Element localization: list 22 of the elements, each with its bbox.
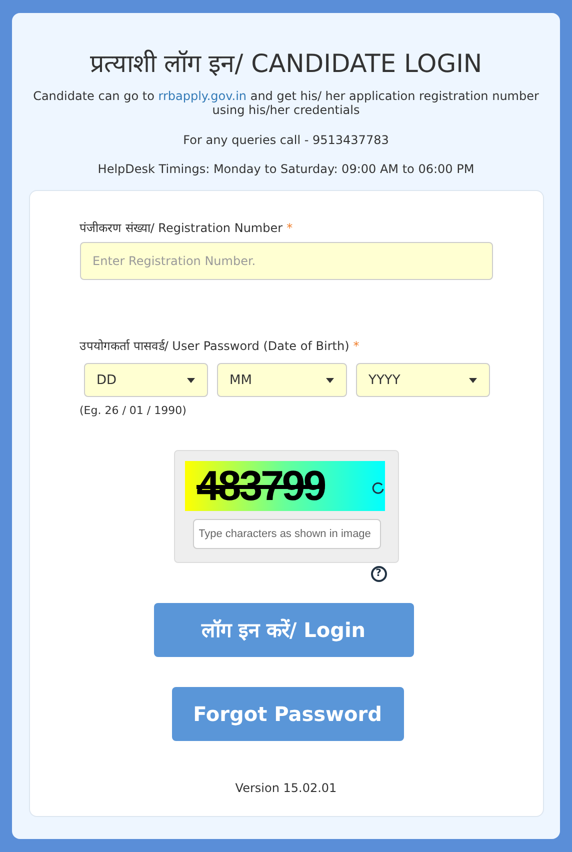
help-icon[interactable]: ? <box>370 566 386 582</box>
caret-icon <box>468 378 476 383</box>
caret-icon <box>326 378 334 383</box>
info-text: Candidate can go to rrbapply.gov.in and get his/ her application registration number using his/her credentials <box>32 89 540 118</box>
website-link[interactable]: rrbapply.gov.in <box>158 89 247 104</box>
version-text: Version 15.02.01 <box>235 780 337 797</box>
registration-input[interactable]: Enter Registration Number. <box>80 242 492 280</box>
field-label: पंजीकरण संख्या/ Registration Number <box>80 220 283 238</box>
example-text: (Eg. 26 / 01 / 1990) <box>80 403 188 420</box>
required-mark: * <box>353 338 360 356</box>
captcha-image: 483799 <box>184 460 384 511</box>
date-select[interactable]: MM <box>216 363 346 398</box>
helpdesk-timings: HelpDesk Timings: Monday to Saturday: 09:00 AM to 06:00 PM <box>98 161 474 178</box>
date-select[interactable]: DD <box>84 363 208 398</box>
date-select[interactable]: YYYY <box>356 363 490 398</box>
field-label: उपयोगकर्ता पासवर्ड/ User Password (Date of Birth) <box>80 338 350 356</box>
required-mark: * <box>286 220 293 238</box>
captcha-input[interactable]: Type characters as shown in image <box>192 518 380 549</box>
caret-icon <box>186 378 194 383</box>
queries-text: For any queries call - 9513437783 <box>183 132 389 150</box>
page-title: प्रत्याशी लॉग इन/ CANDIDATE LOGIN <box>90 48 482 80</box>
refresh-icon[interactable] <box>370 480 384 495</box>
